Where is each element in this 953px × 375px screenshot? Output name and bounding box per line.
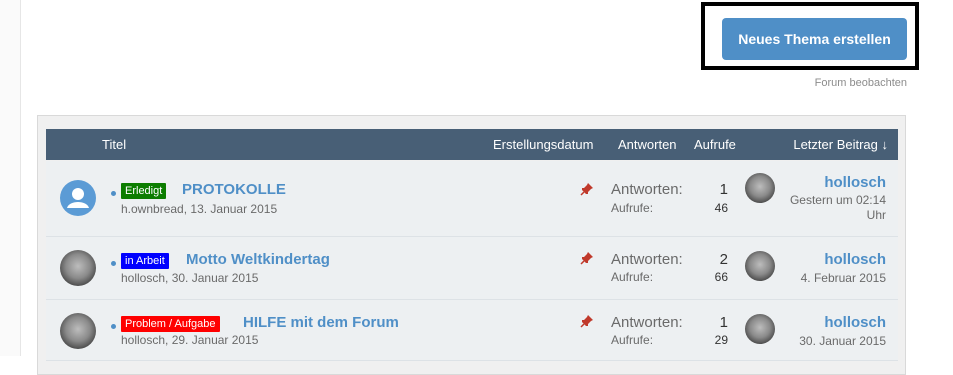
thread-title-link[interactable]: HILFE mit dem Forum [243,314,399,331]
column-replies[interactable]: Antworten [618,137,677,152]
thread-title-link[interactable]: PROTOKOLLE [182,181,286,198]
thread-row: Erledigt PROTOKOLLE h.ownbread, 13. Janu… [46,161,898,237]
unread-dot [111,191,116,196]
thread-row: in Arbeit Motto Weltkindertag hollosch, … [46,237,898,300]
new-topic-highlight-box: Neues Thema erstellen [701,2,919,70]
last-poster-avatar[interactable] [745,314,775,344]
thread-list-header: Titel Erstellungsdatum Antworten Aufrufe… [46,129,898,160]
prefix-badge[interactable]: Problem / Aufgabe [121,316,220,332]
unread-dot [111,261,116,266]
thread-row: Problem / Aufgabe HILFE mit dem Forum ho… [46,300,898,361]
thumbtack-icon [580,183,593,196]
thread-author[interactable]: h.ownbread [121,202,184,216]
replies-label: Antworten: [611,314,683,331]
thumbtack-icon [580,252,593,265]
replies-count: 2 [719,251,728,268]
thread-author[interactable]: hollosch [121,333,165,347]
views-label: Aufrufe: [611,333,654,347]
column-title[interactable]: Titel [102,137,126,152]
thread-list: Titel Erstellungsdatum Antworten Aufrufe… [37,115,906,375]
thread-meta: hollosch, 30. Januar 2015 [121,271,259,285]
views-count: 66 [714,270,728,284]
unread-dot [111,324,116,329]
last-poster-name[interactable]: hollosch [824,314,886,331]
replies-count: 1 [719,314,728,331]
thread-meta: hollosch, 29. Januar 2015 [121,333,259,347]
replies-count: 1 [719,181,728,198]
last-poster-name[interactable]: hollosch [824,174,886,191]
prefix-badge[interactable]: in Arbeit [121,253,169,269]
thread-created-date: 29. Januar 2015 [171,333,259,347]
author-avatar[interactable] [60,250,96,286]
thread-meta: h.ownbread, 13. Januar 2015 [121,202,278,216]
prefix-badge[interactable]: Erledigt [121,183,167,199]
author-avatar[interactable] [60,313,96,349]
last-poster-avatar[interactable] [745,251,775,281]
replies-label: Antworten: [611,251,683,268]
last-poster-avatar[interactable] [745,173,775,203]
last-post-date[interactable]: 30. Januar 2015 [776,334,886,349]
replies-label: Antworten: [611,181,683,198]
thumbtack-icon [580,315,593,328]
watch-forum-link[interactable]: Forum beobachten [815,77,907,89]
thread-title-link[interactable]: Motto Weltkindertag [186,251,330,268]
last-post-date[interactable]: Gestern um 02:14 Uhr [776,193,886,223]
views-count: 29 [714,333,728,347]
views-label: Aufrufe: [611,201,654,215]
column-created[interactable]: Erstellungsdatum [493,137,593,152]
left-sidebar-edge [0,0,21,356]
user-icon[interactable] [60,180,96,216]
views-count: 46 [714,201,728,215]
new-topic-button[interactable]: Neues Thema erstellen [722,18,907,60]
last-post-date[interactable]: 4. Februar 2015 [776,271,886,286]
thread-created-date: 13. Januar 2015 [190,202,278,216]
thread-created-date: 30. Januar 2015 [171,271,259,285]
views-label: Aufrufe: [611,270,654,284]
column-last-post[interactable]: Letzter Beitrag ↓ [793,137,888,152]
last-poster-name[interactable]: hollosch [824,251,886,268]
column-views[interactable]: Aufrufe [694,137,736,152]
thread-author[interactable]: hollosch [121,271,165,285]
